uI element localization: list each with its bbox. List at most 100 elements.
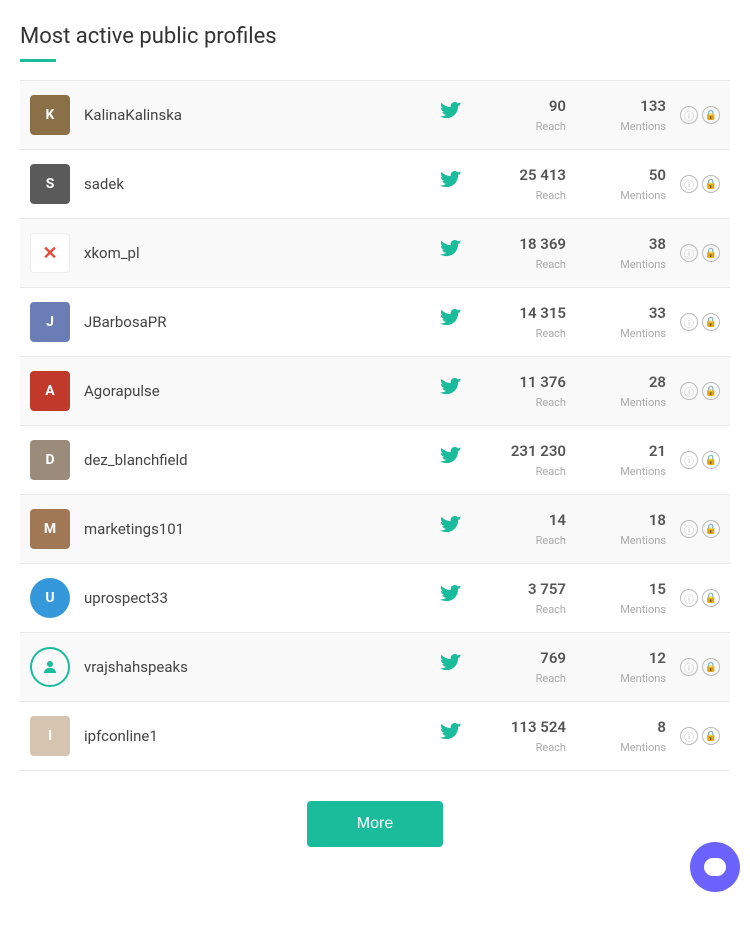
twitter-icon xyxy=(436,240,466,266)
twitter-icon xyxy=(436,309,466,335)
twitter-icon xyxy=(436,585,466,611)
lock-icon[interactable]: 🔒 xyxy=(702,313,720,331)
lock-icon[interactable]: 🔒 xyxy=(702,451,720,469)
mentions-value: 12 xyxy=(596,649,666,667)
reach-label: Reach xyxy=(536,120,566,133)
reach-stat: 231 230 Reach xyxy=(496,442,566,479)
info-icon[interactable]: ⓘ xyxy=(680,658,698,676)
twitter-icon xyxy=(436,378,466,404)
mentions-stat: 133 Mentions xyxy=(596,97,666,134)
info-icon[interactable]: ⓘ xyxy=(680,520,698,538)
stats: 18 369 Reach 38 Mentions xyxy=(496,235,666,272)
reach-value: 18 369 xyxy=(496,235,566,253)
avatar: U xyxy=(30,578,70,618)
action-icons: ⓘ 🔒 xyxy=(680,244,720,262)
stats: 11 376 Reach 28 Mentions xyxy=(496,373,666,410)
reach-value: 231 230 xyxy=(496,442,566,460)
twitter-icon xyxy=(436,171,466,197)
reach-stat: 14 315 Reach xyxy=(496,304,566,341)
mentions-value: 15 xyxy=(596,580,666,598)
action-icons: ⓘ 🔒 xyxy=(680,658,720,676)
mentions-label: Mentions xyxy=(620,741,666,754)
info-icon[interactable]: ⓘ xyxy=(680,244,698,262)
mentions-label: Mentions xyxy=(620,396,666,409)
profile-row: J JBarbosaPR 14 315 Reach 33 Mentions ⓘ … xyxy=(20,288,730,357)
reach-value: 3 757 xyxy=(496,580,566,598)
stats: 14 Reach 18 Mentions xyxy=(496,511,666,548)
lock-icon[interactable]: 🔒 xyxy=(702,589,720,607)
twitter-icon xyxy=(436,102,466,128)
info-icon[interactable]: ⓘ xyxy=(680,451,698,469)
username: vrajshahspeaks xyxy=(84,658,436,676)
profile-row: D dez_blanchfield 231 230 Reach 21 Menti… xyxy=(20,426,730,495)
mentions-label: Mentions xyxy=(620,534,666,547)
stats: 769 Reach 12 Mentions xyxy=(496,649,666,686)
profile-row: U uprospect33 3 757 Reach 15 Mentions ⓘ … xyxy=(20,564,730,633)
profile-row: S sadek 25 413 Reach 50 Mentions ⓘ 🔒 xyxy=(20,150,730,219)
mentions-stat: 28 Mentions xyxy=(596,373,666,410)
lock-icon[interactable]: 🔒 xyxy=(702,244,720,262)
info-icon[interactable]: ⓘ xyxy=(680,382,698,400)
mentions-value: 28 xyxy=(596,373,666,391)
username: sadek xyxy=(84,175,436,193)
info-icon[interactable]: ⓘ xyxy=(680,106,698,124)
avatar: J xyxy=(30,302,70,342)
username: Agorapulse xyxy=(84,382,436,400)
chat-bubble[interactable] xyxy=(690,842,740,892)
action-icons: ⓘ 🔒 xyxy=(680,175,720,193)
lock-icon[interactable]: 🔒 xyxy=(702,520,720,538)
main-container: Most active public profiles K KalinaKali… xyxy=(0,0,750,947)
mentions-stat: 50 Mentions xyxy=(596,166,666,203)
reach-value: 14 xyxy=(496,511,566,529)
stats: 3 757 Reach 15 Mentions xyxy=(496,580,666,617)
reach-value: 769 xyxy=(496,649,566,667)
reach-value: 25 413 xyxy=(496,166,566,184)
more-button[interactable]: More xyxy=(307,801,443,847)
mentions-value: 18 xyxy=(596,511,666,529)
username: dez_blanchfield xyxy=(84,451,436,469)
mentions-value: 38 xyxy=(596,235,666,253)
lock-icon[interactable]: 🔒 xyxy=(702,106,720,124)
stats: 90 Reach 133 Mentions xyxy=(496,97,666,134)
avatar: I xyxy=(30,716,70,756)
avatar: M xyxy=(30,509,70,549)
mentions-label: Mentions xyxy=(620,465,666,478)
mentions-label: Mentions xyxy=(620,258,666,271)
reach-stat: 25 413 Reach xyxy=(496,166,566,203)
action-icons: ⓘ 🔒 xyxy=(680,313,720,331)
reach-label: Reach xyxy=(536,258,566,271)
profiles-list: K KalinaKalinska 90 Reach 133 Mentions ⓘ… xyxy=(20,80,730,771)
reach-label: Reach xyxy=(536,465,566,478)
twitter-icon xyxy=(436,723,466,749)
reach-value: 11 376 xyxy=(496,373,566,391)
info-icon[interactable]: ⓘ xyxy=(680,727,698,745)
mentions-stat: 33 Mentions xyxy=(596,304,666,341)
reach-label: Reach xyxy=(536,672,566,685)
mentions-stat: 38 Mentions xyxy=(596,235,666,272)
twitter-icon xyxy=(436,654,466,680)
stats: 113 524 Reach 8 Mentions xyxy=(496,718,666,755)
profile-row: A Agorapulse 11 376 Reach 28 Mentions ⓘ … xyxy=(20,357,730,426)
avatar: D xyxy=(30,440,70,480)
mentions-stat: 21 Mentions xyxy=(596,442,666,479)
info-icon[interactable]: ⓘ xyxy=(680,589,698,607)
profile-row: K KalinaKalinska 90 Reach 133 Mentions ⓘ… xyxy=(20,81,730,150)
lock-icon[interactable]: 🔒 xyxy=(702,658,720,676)
lock-icon[interactable]: 🔒 xyxy=(702,727,720,745)
title-underline xyxy=(20,59,56,62)
reach-stat: 3 757 Reach xyxy=(496,580,566,617)
reach-label: Reach xyxy=(536,603,566,616)
mentions-stat: 15 Mentions xyxy=(596,580,666,617)
mentions-label: Mentions xyxy=(620,189,666,202)
lock-icon[interactable]: 🔒 xyxy=(702,382,720,400)
profile-row: M marketings101 14 Reach 18 Mentions ⓘ 🔒 xyxy=(20,495,730,564)
lock-icon[interactable]: 🔒 xyxy=(702,175,720,193)
reach-label: Reach xyxy=(536,396,566,409)
avatar: ✕ xyxy=(30,233,70,273)
stats: 231 230 Reach 21 Mentions xyxy=(496,442,666,479)
info-icon[interactable]: ⓘ xyxy=(680,175,698,193)
action-icons: ⓘ 🔒 xyxy=(680,520,720,538)
reach-value: 113 524 xyxy=(496,718,566,736)
username: uprospect33 xyxy=(84,589,436,607)
info-icon[interactable]: ⓘ xyxy=(680,313,698,331)
